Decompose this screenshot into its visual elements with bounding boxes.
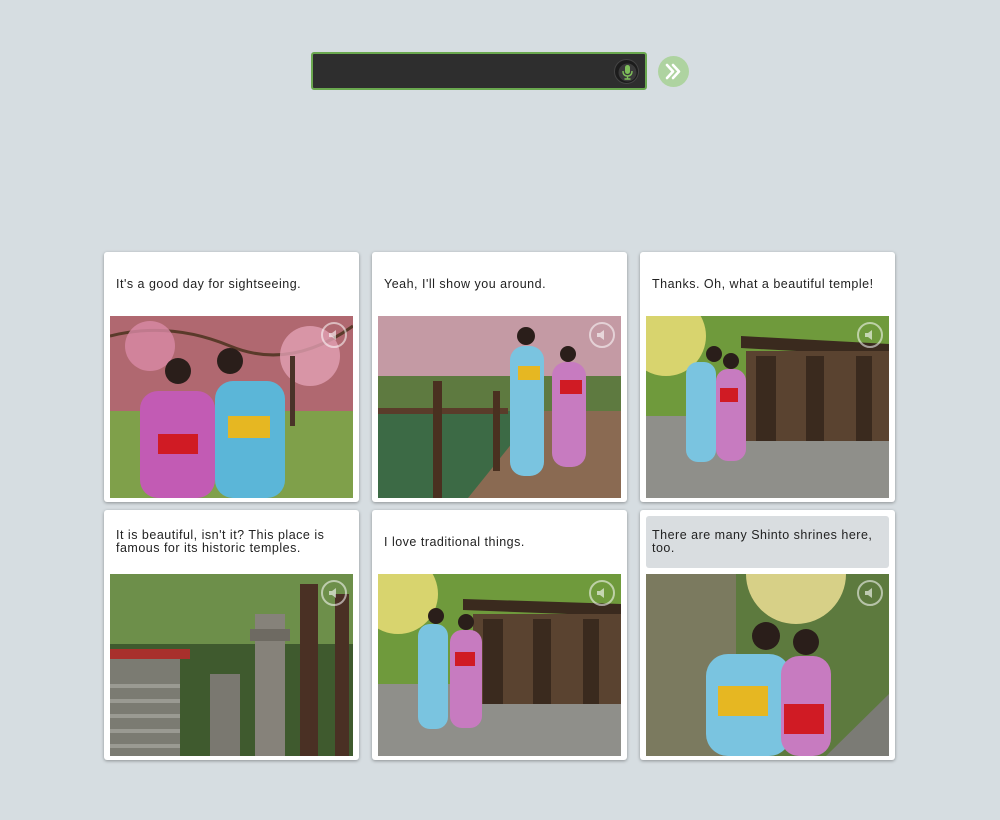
card-photo	[646, 574, 889, 756]
card-photo	[646, 316, 889, 498]
speaker-icon[interactable]	[321, 580, 347, 606]
next-button[interactable]	[658, 56, 689, 87]
dialogue-card-6[interactable]: There are many Shinto shrines here, too.	[640, 510, 895, 760]
card-photo	[110, 574, 353, 756]
card-text: It is beautiful, isn't it? This place is…	[116, 528, 325, 555]
card-text: Yeah, I'll show you around.	[384, 276, 547, 291]
answer-input[interactable]	[311, 52, 647, 90]
dialogue-card-3[interactable]: Thanks. Oh, what a beautiful temple!	[640, 252, 895, 502]
dialogue-card-2[interactable]: Yeah, I'll show you around.	[372, 252, 627, 502]
card-photo	[110, 316, 353, 498]
card-photo	[378, 316, 621, 498]
dialogue-card-1[interactable]: It's a good day for sightseeing.	[104, 252, 359, 502]
speaker-icon[interactable]	[589, 580, 615, 606]
speaker-icon[interactable]	[321, 322, 347, 348]
dialogue-card-5[interactable]: I love traditional things.	[372, 510, 627, 760]
speaker-icon[interactable]	[857, 322, 883, 348]
card-text: Thanks. Oh, what a beautiful temple!	[652, 276, 874, 291]
card-photo	[378, 574, 621, 756]
speaker-icon[interactable]	[857, 580, 883, 606]
dialogue-card-4[interactable]: It is beautiful, isn't it? This place is…	[104, 510, 359, 760]
speaker-icon[interactable]	[589, 322, 615, 348]
card-text: It's a good day for sightseeing.	[116, 276, 302, 291]
card-text: There are many Shinto shrines here, too.	[646, 516, 889, 568]
double-chevron-right-icon	[665, 63, 681, 80]
card-text: I love traditional things.	[384, 534, 525, 549]
microphone-icon[interactable]	[614, 59, 639, 84]
